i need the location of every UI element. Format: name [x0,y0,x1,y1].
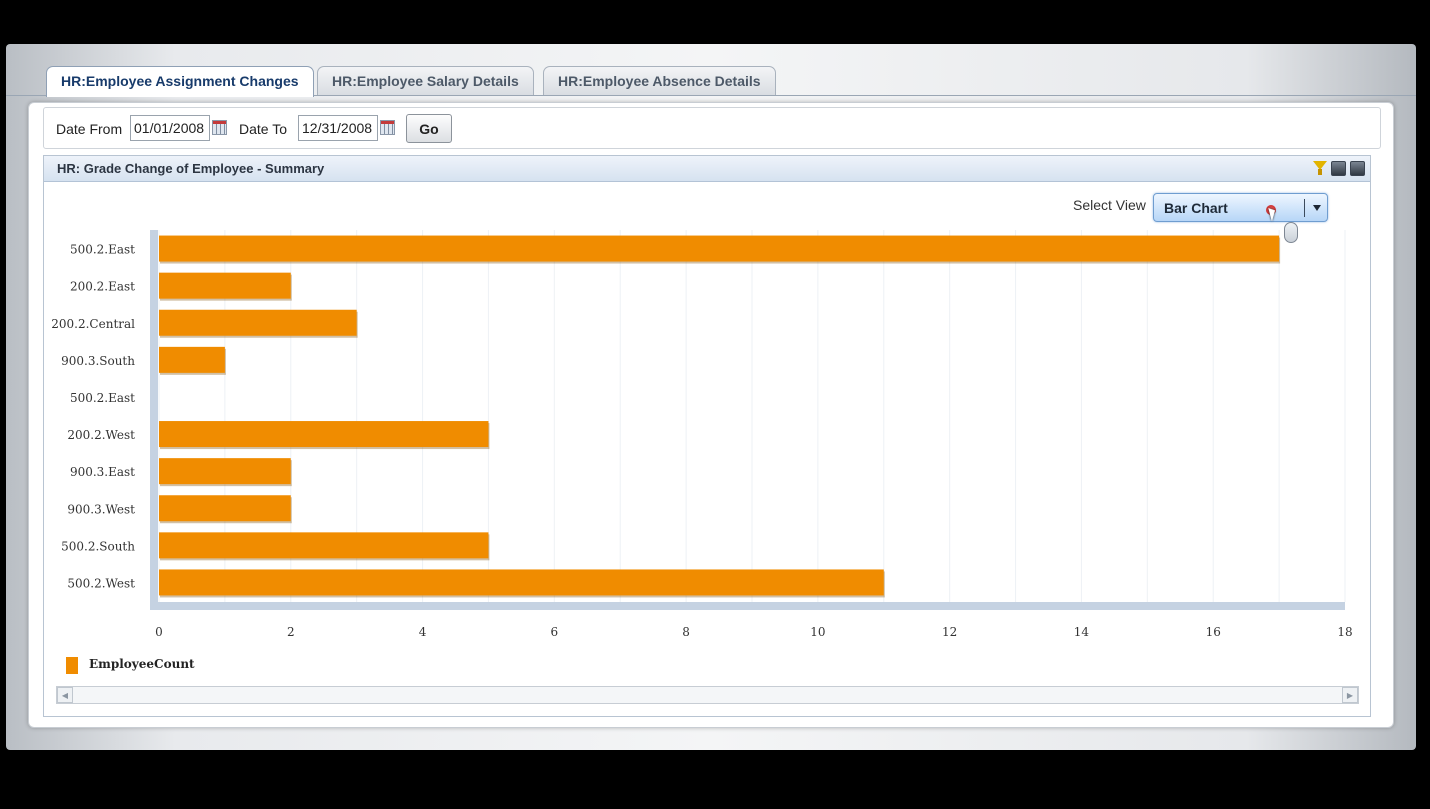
date-to-input[interactable]: 12/31/2008 [298,115,378,141]
legend-swatch [66,657,78,674]
y-axis [150,230,158,602]
tab-bar: HR:Employee Assignment Changes HR:Employ… [6,66,1416,97]
filter-icon[interactable] [1313,161,1328,176]
select-view-dropdown[interactable]: Bar Chart [1153,193,1328,222]
go-button[interactable]: Go [406,114,452,143]
category-label: 200.2.Central [51,317,135,331]
tick-label: 8 [682,625,690,639]
tick-label: 4 [419,625,427,639]
bar [159,421,489,448]
category-label: 500.2.South [61,539,135,553]
restore-icon[interactable] [1350,161,1365,176]
date-filter-bar: Date From 01/01/2008 Date To 12/31/2008 … [43,107,1381,149]
tick-label: 12 [942,625,957,639]
calendar-icon[interactable] [212,120,227,135]
tab-assignment-changes[interactable]: HR:Employee Assignment Changes [46,66,314,97]
bar [159,458,291,485]
chevron-down-icon[interactable] [1313,205,1321,211]
category-label: 900.3.East [70,465,135,479]
scroll-right-icon[interactable]: ▶ [1342,687,1358,703]
horizontal-scrollbar[interactable]: ◀ ▶ [56,686,1359,704]
category-label: 200.2.East [70,280,135,294]
calendar-icon[interactable] [380,120,395,135]
category-label: 500.2.West [67,576,135,590]
x-axis [150,602,1345,610]
category-label: 900.3.West [67,502,135,516]
category-label: 200.2.West [67,428,135,442]
date-from-input[interactable]: 01/01/2008 [130,115,210,141]
legend-label: EmployeeCount [89,657,195,671]
chart-header: HR: Grade Change of Employee - Summary [44,156,1370,182]
bar [159,569,884,596]
tick-label: 16 [1206,625,1221,639]
tick-label: 0 [155,625,163,639]
tick-label: 10 [810,625,825,639]
bar [159,272,291,299]
minimize-icon[interactable] [1331,161,1346,176]
scroll-left-icon[interactable]: ◀ [57,687,73,703]
tick-label: 14 [1074,625,1090,639]
date-from-label: Date From [56,121,123,137]
bar [159,235,1280,262]
bar [159,309,357,336]
bar [159,495,291,522]
tab-absence-details[interactable]: HR:Employee Absence Details [543,66,776,95]
bar-chart: 500.2.East 200.2.East 200.2.Central 900.3.S… [51,230,1353,639]
select-view-value: Bar Chart [1164,200,1228,216]
category-label: 500.2.East [70,243,135,257]
bar [159,346,225,373]
tick-label: 18 [1337,625,1352,639]
category-label: 500.2.East [70,391,135,405]
bar [159,532,489,559]
select-view-label: Select View [1073,197,1146,213]
tab-salary-details[interactable]: HR:Employee Salary Details [317,66,534,95]
category-label: 900.3.South [61,354,135,368]
chart-title: HR: Grade Change of Employee - Summary [57,161,325,176]
date-to-label: Date To [239,121,287,137]
tick-label: 6 [551,625,559,639]
tick-label: 2 [287,625,295,639]
